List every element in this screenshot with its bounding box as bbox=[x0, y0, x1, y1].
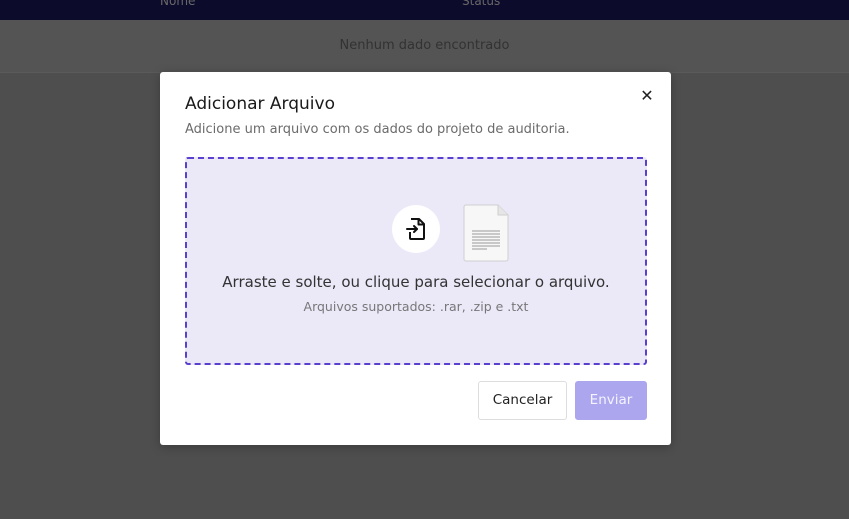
file-import-icon bbox=[392, 205, 440, 253]
dropzone-instruction: Arraste e solte, ou clique para selecion… bbox=[222, 273, 610, 291]
text-document-icon bbox=[463, 204, 509, 262]
dialog-subtitle: Adicione um arquivo com os dados do proj… bbox=[185, 122, 570, 137]
supported-formats-text: Arquivos suportados: .rar, .zip e .txt bbox=[303, 299, 529, 314]
dialog-title: Adicionar Arquivo bbox=[185, 94, 335, 114]
file-dropzone[interactable]: Arraste e solte, ou clique para selecion… bbox=[185, 157, 647, 365]
cancel-button[interactable]: Cancelar bbox=[478, 381, 567, 420]
submit-button[interactable]: Enviar bbox=[575, 381, 647, 420]
close-icon[interactable]: ✕ bbox=[638, 86, 656, 106]
add-file-dialog: ✕ Adicionar Arquivo Adicione um arquivo … bbox=[160, 72, 671, 445]
